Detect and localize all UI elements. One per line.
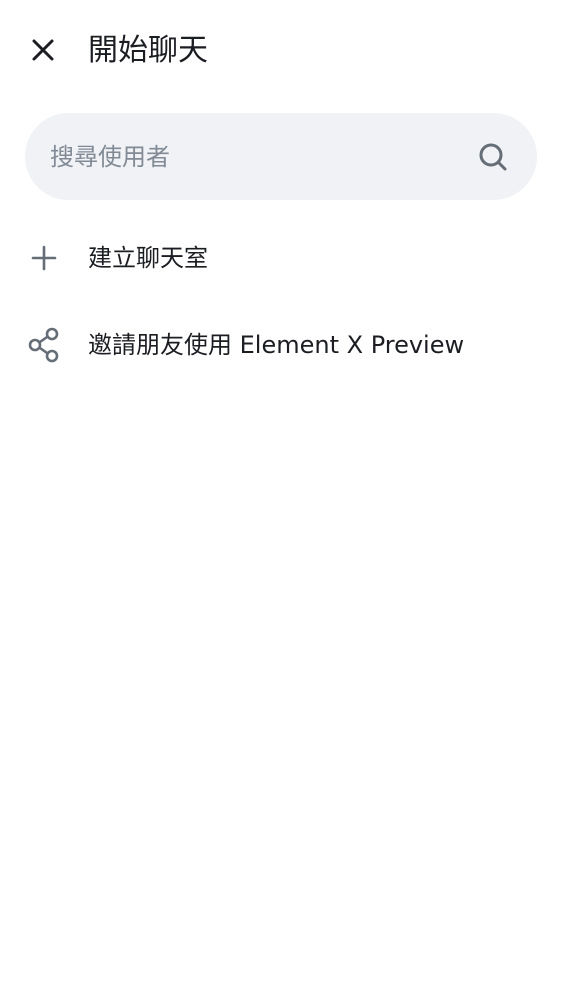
close-icon [32,39,54,61]
share-icon [26,327,62,363]
invite-friends-label: 邀請朋友使用 Element X Preview [88,331,465,359]
search-bar[interactable] [25,113,537,200]
top-app-bar: 開始聊天 [0,0,562,100]
page-title: 開始聊天 [88,33,208,68]
create-room-button[interactable]: 建立聊天室 [0,218,562,298]
plus-icon [26,240,62,276]
search-icon[interactable] [477,141,509,173]
search-input[interactable] [50,113,460,200]
invite-friends-button[interactable]: 邀請朋友使用 Element X Preview [0,305,562,385]
close-button[interactable] [19,26,67,74]
start-chat-screen: 開始聊天 建立聊天室 邀請朋友使用 Element X Preview [0,0,562,1000]
create-room-label: 建立聊天室 [88,244,208,272]
